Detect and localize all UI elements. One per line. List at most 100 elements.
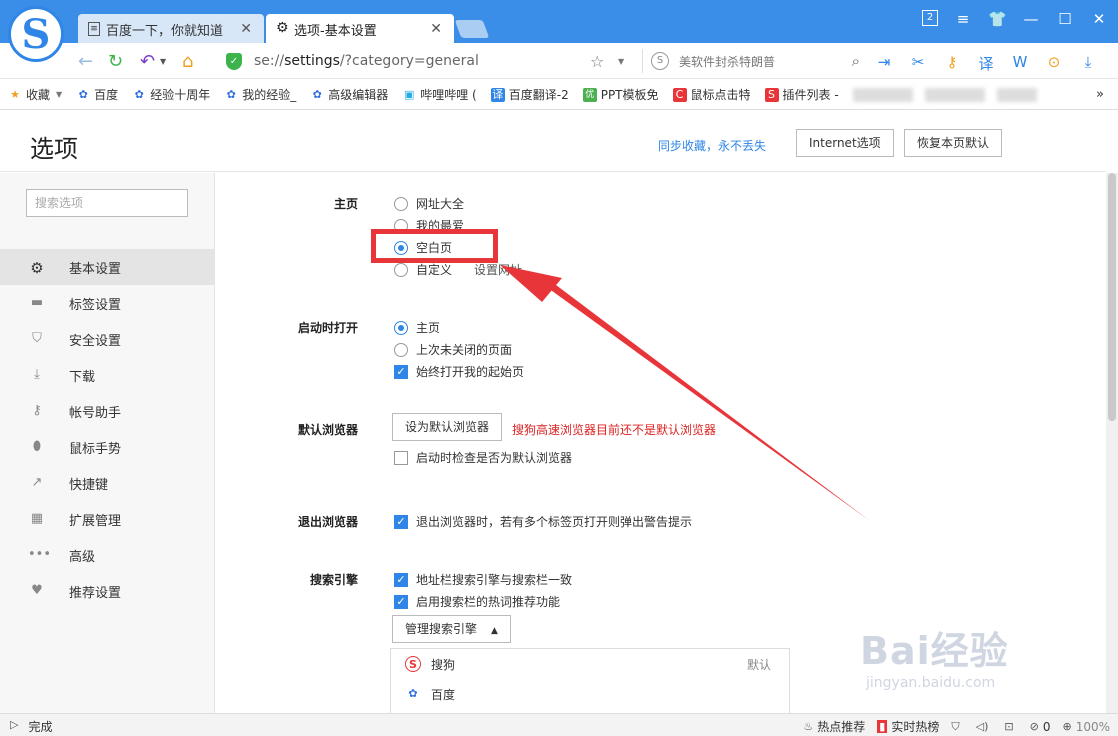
mouse-icon: ⬮ [32,439,42,454]
homepage-option-custom[interactable]: 自定义 设置网址 [394,261,522,278]
more-bookmarks-icon[interactable]: » [1096,87,1104,102]
checkbox[interactable] [394,450,408,465]
hot-recommend-button[interactable]: ♨ 热点推荐 [803,718,865,735]
shield-status-icon[interactable]: ⛉ [951,720,963,734]
tab-baidu[interactable]: ≡ 百度一下，你就知道 ✕ [78,14,264,44]
radio[interactable] [394,342,408,357]
set-default-browser-button[interactable]: 设为默认浏览器 [392,413,503,441]
bookmark-baidu[interactable]: ✿ 百度 [76,86,119,103]
tab-count-badge[interactable]: 2 [922,10,938,26]
sidebar-item-account[interactable]: ⚷ 帐号助手 [0,393,214,429]
exit-warn-multi-tabs[interactable]: ✓ 退出浏览器时，若有多个标签页打开则弹出警告提示 [394,513,692,530]
maximize-icon[interactable]: ☐ [1056,10,1074,28]
more-icon[interactable]: ⊙ [1044,53,1064,74]
sogou-icon: S [764,87,779,102]
bookmark-my-jingyan[interactable]: ✿ 我的经验_ [224,86,297,103]
list-item[interactable]: S 搜狗 默认 [391,649,789,679]
sidebar-item-general[interactable]: ⚙ 基本设置 [0,249,214,285]
tab-settings[interactable]: ⚙ 选项-基本设置 ✕ [266,14,454,44]
exit-browser-label: 退出浏览器 [297,515,358,529]
homepage-option-sites[interactable]: 网址大全 [394,195,464,212]
bookmark-mouse-click[interactable]: C 鼠标点击特 [672,86,751,103]
sidebar-item-recommended[interactable]: ♥ 推荐设置 [0,573,214,609]
watermark-logo-text: Bai经验 [860,629,1009,673]
undo-icon[interactable]: ↶ [140,51,155,72]
search-icon[interactable]: ⌕ [852,52,860,70]
close-icon[interactable]: ✕ [240,21,252,37]
search-hotwords-option[interactable]: ✓ 启用搜索栏的热词推荐功能 [394,593,560,610]
refresh-icon[interactable]: ↻ [108,51,123,72]
restore-default-button[interactable]: 恢复本页默认 [904,129,1003,157]
internet-options-button[interactable]: Internet选项 [796,129,894,157]
sidebar-item-download[interactable]: ⤓ 下载 [0,357,214,393]
skin-icon[interactable]: 👕 [988,10,1007,28]
grid-icon: ▦ [30,511,44,526]
translate-icon[interactable]: 译 [976,53,996,74]
download-icon[interactable]: ⤓ [1078,53,1098,74]
sidebar-item-security[interactable]: ⛉ 安全设置 [0,321,214,357]
radio-selected[interactable] [394,320,408,335]
manage-search-engines-button[interactable]: 管理搜索引擎 ▲ [392,615,511,643]
close-window-icon[interactable]: ✕ [1090,10,1108,28]
check-default-on-start[interactable]: 启动时检查是否为默认浏览器 [394,449,572,466]
word-icon[interactable]: W [1010,53,1030,74]
sync-link[interactable]: 同步收藏，永不丢失 [658,137,766,154]
chevron-down-icon[interactable]: ▼ [160,57,166,66]
bookmark-ppt[interactable]: 优 PPT模板免 [582,86,659,103]
checkbox-checked[interactable]: ✓ [394,364,408,379]
bookmark-plugins[interactable]: S 插件列表 - [764,86,839,103]
bookmark-favorites[interactable]: ★ 收藏 ▼ [8,86,62,103]
status-bar: ▷ 完成 ♨ 热点推荐 ▮ 实时热榜 ⛉ ◁) ⊡ ⊘ 0 ⊕ 100% [0,713,1118,736]
sidebar-item-advanced[interactable]: ••• 高级 [0,537,214,573]
startup-option-last[interactable]: 上次未关闭的页面 [394,341,512,358]
scrollbar-thumb[interactable] [1108,173,1116,421]
bookmark-jingyan-anniversary[interactable]: ✿ 经验十周年 [132,86,211,103]
home-icon[interactable]: ⌂ [182,51,193,72]
sidebar-item-tabs[interactable]: ▬ 标签设置 [0,285,214,321]
realtime-hot-button[interactable]: ▮ 实时热榜 [877,718,939,735]
minimize-icon[interactable]: — [1022,10,1040,28]
screenshot-button[interactable]: ⊡ [1004,720,1017,733]
set-url-link[interactable]: 设置网址 [474,261,522,278]
url-field[interactable]: ✓ se://settings/?category=general [218,48,638,74]
zoom-control[interactable]: ⊕ 100% [1062,720,1110,734]
search-box[interactable]: S 美软件封杀特朗普 ⌕ [642,49,860,73]
key-icon[interactable]: ⚷ [942,53,962,74]
new-tab-button[interactable] [454,20,490,38]
radio[interactable] [394,262,408,277]
checkbox-checked[interactable]: ✓ [394,514,408,529]
bookmark-bilibili[interactable]: ▣ 哔哩哔哩 ( [402,86,477,103]
login-icon[interactable]: ⇥ [874,53,894,74]
checkbox-checked[interactable]: ✓ [394,572,408,587]
gear-icon: ⚙ [30,259,44,277]
star-icon[interactable]: ☆ [590,52,604,71]
play-icon[interactable]: ▷ [10,718,18,735]
sidebar-item-shortcuts[interactable]: ↗ 快捷键 [0,465,214,501]
url-text[interactable]: se://settings/?category=general [254,53,479,69]
back-icon[interactable]: ← [78,51,93,72]
volume-button[interactable]: ◁) [976,720,993,733]
adblock-button[interactable]: ⊘ 0 [1030,720,1051,734]
startup-option-home[interactable]: 主页 [394,319,440,336]
search-sync-option[interactable]: ✓ 地址栏搜索引擎与搜索栏一致 [394,571,572,588]
search-engine-label: 搜索引擎 [309,573,358,587]
checkbox-checked[interactable]: ✓ [394,594,408,609]
default-browser-warning: 搜狗高速浏览器目前还不是默认浏览器 [512,423,717,437]
list-item[interactable]: ✿ 百度 [391,679,789,709]
sidebar-item-gestures[interactable]: ⬮ 鼠标手势 [0,429,214,465]
bookmark-baidu-translate[interactable]: 译百度翻译-2 [490,86,569,103]
blurred-bookmark [924,87,985,102]
bookmark-editor[interactable]: ✿ 高级编辑器 [310,86,389,103]
search-input[interactable]: 美软件封杀特朗普 [679,53,852,70]
close-icon[interactable]: ✕ [430,21,442,37]
scissors-icon[interactable]: ✂ [908,53,928,74]
page-icon: ≡ [88,22,100,36]
radio[interactable] [394,196,408,211]
sidebar-search-input[interactable]: 搜索选项 [26,189,188,217]
menu-icon[interactable]: ≡ [954,10,972,28]
sidebar-item-extensions[interactable]: ▦ 扩展管理 [0,501,214,537]
startup-always-open[interactable]: ✓ 始终打开我的起始页 [394,363,524,380]
scrollbar[interactable] [1106,173,1118,713]
chevron-down-icon[interactable]: ▼ [618,57,624,66]
tab-title: 选项-基本设置 [294,23,377,39]
